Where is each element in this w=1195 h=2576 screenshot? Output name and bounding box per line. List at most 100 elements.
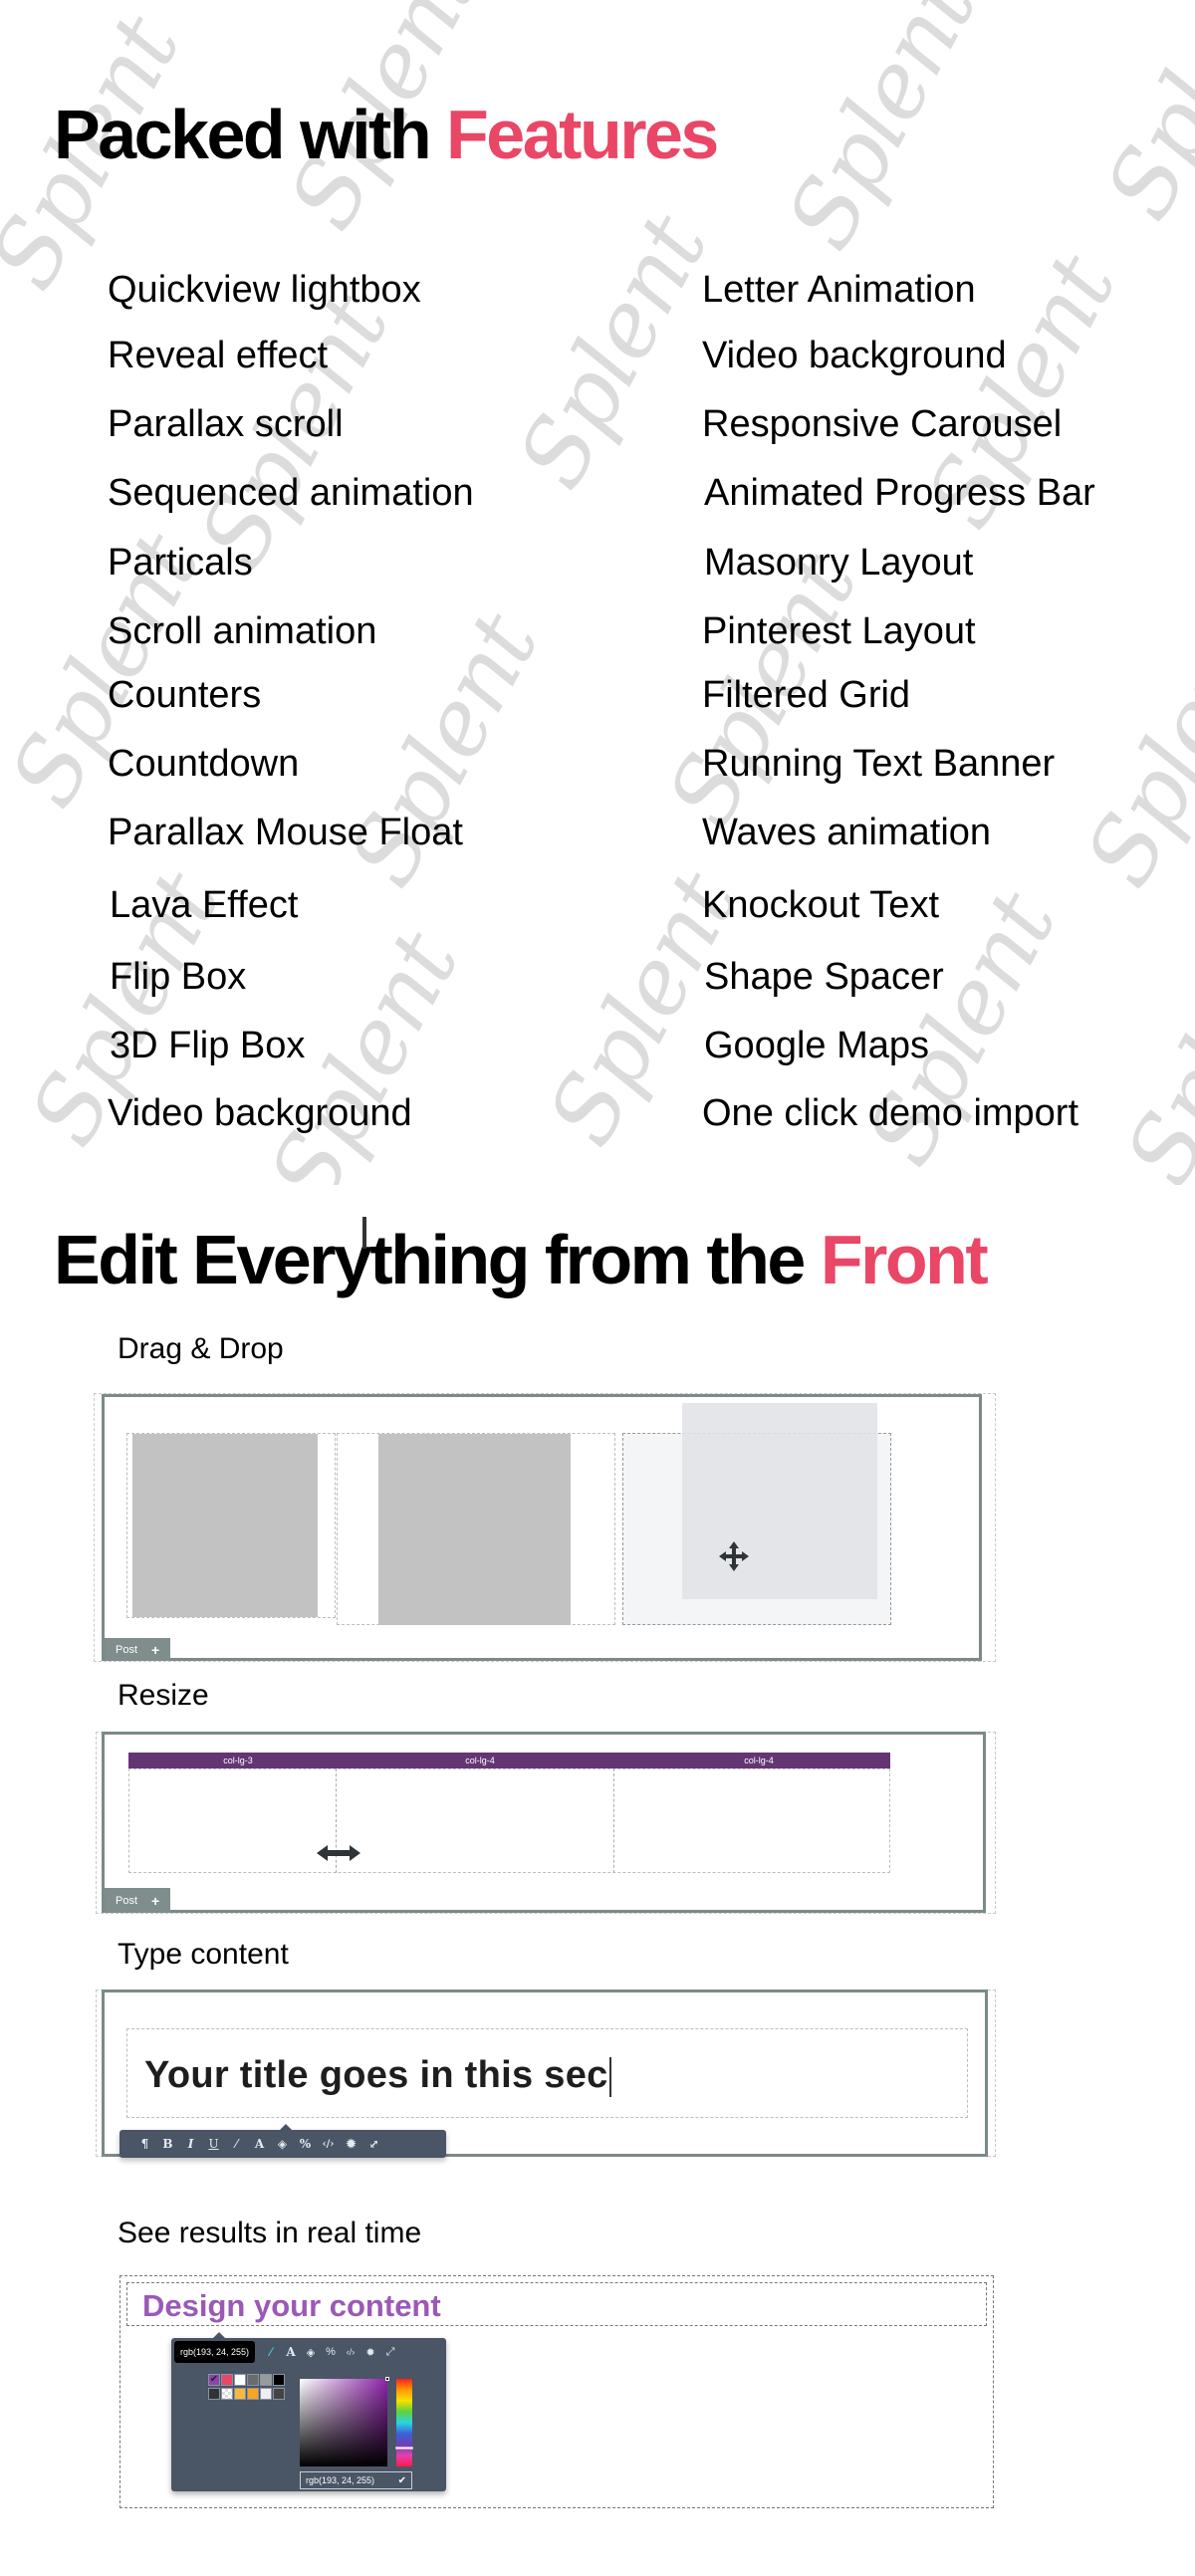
cube-icon[interactable]: ◈ — [301, 2346, 321, 2359]
feature-item: Video background — [108, 1092, 412, 1134]
edit-title-accent: Front — [820, 1221, 989, 1298]
color-swatch[interactable] — [247, 2388, 259, 2400]
confirm-check-icon[interactable]: ✔ — [398, 2475, 406, 2486]
column-label: col-lg-4 — [465, 1756, 495, 1765]
feature-item: Scroll animation — [108, 610, 377, 652]
feature-item: Parallax Mouse Float — [108, 812, 463, 853]
link-icon[interactable]: % — [294, 2137, 317, 2151]
features-title-prefix: Packed with — [54, 96, 447, 173]
color-swatch[interactable] — [273, 2374, 285, 2386]
feature-item: Parallax scroll — [108, 403, 344, 445]
color-tooltip: rgb(193, 24, 255) — [174, 2341, 256, 2363]
color-swatch[interactable] — [221, 2374, 233, 2386]
paragraph-icon[interactable]: ¶ — [133, 2137, 156, 2151]
resize-demo: col-lg-3 col-lg-4 col-lg-4 Post + — [102, 1732, 986, 1913]
color-value-text: rgb(193, 24, 255) — [306, 2475, 375, 2485]
grid-area — [128, 1768, 890, 1873]
italic-icon[interactable]: I — [179, 2137, 202, 2151]
saturation-picker[interactable] — [300, 2377, 389, 2466]
drag-drop-demo: Post + — [102, 1394, 982, 1661]
column-label: col-lg-3 — [223, 1756, 253, 1765]
color-swatch[interactable] — [208, 2388, 220, 2400]
feature-item: 3D Flip Box — [110, 1025, 306, 1066]
move-icon — [719, 1541, 749, 1571]
dragged-block[interactable] — [682, 1403, 877, 1599]
column-header-bar: col-lg-3 col-lg-4 col-lg-4 — [128, 1753, 890, 1768]
link-icon[interactable]: % — [321, 2346, 341, 2358]
feature-item: Countdown — [108, 743, 300, 785]
column-divider — [613, 1768, 614, 1873]
feature-item: One click demo import — [702, 1092, 1079, 1134]
hue-handle[interactable] — [395, 2447, 413, 2450]
feature-item: Reveal effect — [108, 335, 329, 376]
post-tag-button[interactable]: Post + — [105, 1888, 170, 1913]
brush-icon[interactable]: ⁄ — [261, 2345, 281, 2359]
settings-icon[interactable]: ✹ — [340, 2137, 362, 2151]
font-icon[interactable]: A — [248, 2137, 271, 2151]
expand-icon[interactable]: ⤢ — [362, 2137, 385, 2151]
color-swatch[interactable] — [260, 2374, 272, 2386]
font-icon[interactable]: A — [281, 2345, 301, 2359]
feature-item: Particals — [108, 542, 253, 584]
feature-item: Google Maps — [704, 1025, 930, 1066]
content-block[interactable] — [132, 1434, 318, 1617]
editable-title[interactable]: Your title goes in this sec — [144, 2056, 611, 2097]
watermark-background: Splent Splent Splent Splent Splent Splen… — [0, 0, 1195, 1185]
feature-item: Waves animation — [702, 812, 992, 853]
plus-icon: + — [151, 1892, 160, 1909]
resize-label: Resize — [118, 1679, 209, 1712]
color-swatch[interactable] — [260, 2388, 272, 2400]
content-block[interactable] — [378, 1434, 571, 1625]
settings-icon[interactable]: ✹ — [360, 2346, 380, 2359]
text-format-toolbar: ¶ B I U ⁄ A ◈ % ‹/› ✹ ⤢ — [120, 2130, 446, 2158]
cube-icon[interactable]: ◈ — [271, 2137, 294, 2151]
saturation-handle[interactable] — [385, 2377, 389, 2381]
post-tag-label: Post — [116, 1643, 138, 1656]
features-title-accent: Features — [446, 96, 719, 173]
color-swatch[interactable] — [247, 2374, 259, 2386]
feature-item: Shape Spacer — [704, 956, 944, 998]
watermark-text: Splent — [1104, 896, 1195, 1185]
column-label: col-lg-4 — [744, 1756, 774, 1765]
watermark-text: Splent — [497, 199, 728, 505]
bold-icon[interactable]: B — [156, 2137, 179, 2151]
edit-title-prefix: Edit Everything from the — [54, 1221, 821, 1298]
color-value-input[interactable]: rgb(193, 24, 255) ✔ — [300, 2471, 412, 2489]
type-content-label: Type content — [118, 1938, 289, 1971]
brush-icon[interactable]: ⁄ — [225, 2137, 248, 2151]
color-swatch[interactable] — [273, 2388, 285, 2400]
feature-item: Running Text Banner — [702, 743, 1056, 785]
watermark-text: Splent — [1084, 0, 1195, 236]
feature-item: Letter Animation — [702, 269, 976, 311]
color-swatch-transparent[interactable] — [221, 2388, 233, 2400]
watermark-text: Splent — [1065, 597, 1195, 903]
expand-icon[interactable]: ⤢ — [380, 2346, 400, 2359]
edit-title: Edit Everything from the Front — [54, 1225, 989, 1294]
text-cursor-icon — [362, 1217, 366, 1249]
post-tag-label: Post — [116, 1894, 138, 1907]
editable-title-text: Your title goes in this sec — [144, 2054, 608, 2096]
plus-icon: + — [151, 1641, 160, 1658]
color-swatch[interactable] — [234, 2388, 246, 2400]
post-tag-button[interactable]: Post + — [105, 1638, 170, 1661]
real-time-label: See results in real time — [118, 2217, 422, 2249]
hue-slider[interactable] — [395, 2379, 413, 2466]
feature-item: Quickview lightbox — [108, 269, 421, 311]
underline-icon[interactable]: U — [202, 2137, 225, 2151]
feature-item: Filtered Grid — [702, 674, 911, 716]
text-caret — [608, 2056, 611, 2097]
feature-item: Animated Progress Bar — [704, 472, 1095, 514]
design-heading[interactable]: Design your content — [142, 2288, 441, 2324]
horizontal-resize-icon — [317, 1845, 360, 1861]
feature-item: Masonry Layout — [704, 542, 974, 584]
toolbar-partial: U ⁄ A ◈ % ‹/› ✹ ⤢ — [241, 2342, 400, 2362]
code-icon[interactable]: ‹/› — [317, 2139, 340, 2150]
feature-item: Counters — [108, 674, 262, 716]
color-swatch[interactable] — [234, 2374, 246, 2386]
code-icon[interactable]: ‹/› — [341, 2347, 360, 2357]
color-swatch-selected[interactable]: ✔ — [208, 2374, 220, 2386]
feature-item: Pinterest Layout — [702, 610, 976, 652]
feature-item: Knockout Text — [702, 884, 940, 926]
feature-item: Sequenced animation — [108, 472, 474, 514]
features-title: Packed with Features — [54, 100, 719, 169]
